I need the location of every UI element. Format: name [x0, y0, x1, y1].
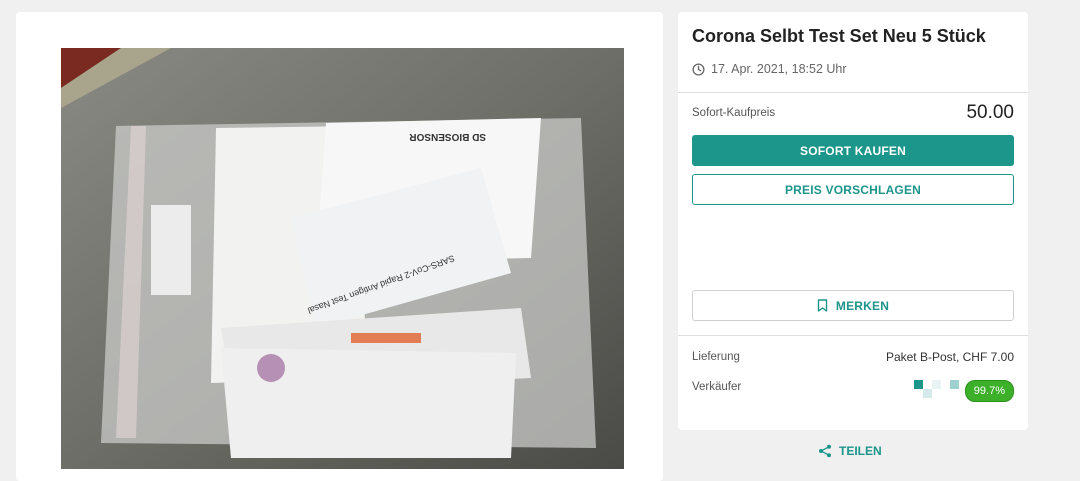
buy-now-button[interactable]: SOFORT KAUFEN — [692, 135, 1014, 166]
share-button[interactable]: TEILEN — [818, 444, 882, 458]
delivery-value: Paket B-Post, CHF 7.00 — [885, 350, 1014, 364]
seller-rating-badge: 99.7% — [964, 380, 1014, 402]
image-gallery: SD BIOSENSOR SARS-CoV-2 Rapid Antigen Te… — [16, 12, 663, 481]
brand-print: SD BIOSENSOR — [409, 131, 486, 142]
watch-label: MERKEN — [835, 298, 890, 313]
listing-date: 17. Apr. 2021, 18:52 Uhr — [692, 62, 847, 76]
price-label: Sofort-Kaufpreis — [692, 107, 776, 119]
divider — [678, 92, 1028, 93]
clock-icon — [692, 62, 705, 76]
divider — [678, 335, 1028, 336]
listing-title: Corona Selbt Test Set Neu 5 Stück — [692, 26, 986, 46]
share-label: TEILEN — [839, 444, 882, 458]
product-photo[interactable]: SD BIOSENSOR SARS-CoV-2 Rapid Antigen Te… — [61, 48, 624, 469]
watch-button[interactable]: MERKEN — [692, 290, 1014, 321]
make-offer-button[interactable]: PREIS VORSCHLAGEN — [692, 174, 1014, 205]
seller-avatar[interactable] — [914, 378, 960, 402]
share-icon — [819, 444, 831, 458]
listing-sidebar: Corona Selbt Test Set Neu 5 Stück 17. Ap… — [678, 12, 1028, 430]
delivery-label: Lieferung — [692, 351, 740, 363]
product-photo-drawing: SD BIOSENSOR SARS-CoV-2 Rapid Antigen Te… — [61, 48, 624, 469]
date-text: 17. Apr. 2021, 18:52 Uhr — [711, 62, 847, 76]
bookmark-icon — [817, 299, 828, 312]
seller-label: Verkäufer — [692, 381, 742, 393]
price-value: 50.00 — [966, 102, 1014, 123]
